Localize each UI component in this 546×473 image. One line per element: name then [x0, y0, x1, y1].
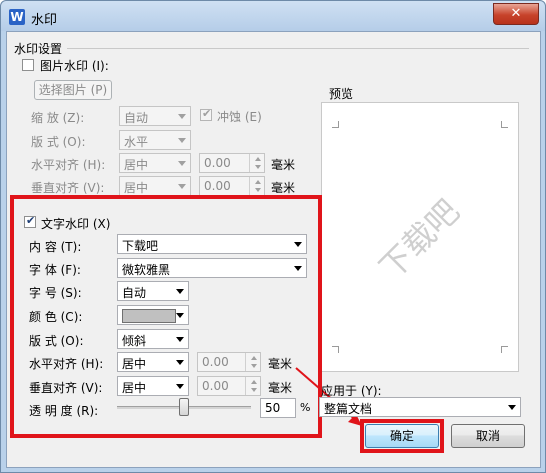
window-title: 水印 — [31, 13, 58, 28]
picture-v-offset-value: 0.00 — [204, 179, 231, 193]
group-label: 水印设置 — [14, 42, 63, 56]
picture-watermark-checkbox[interactable] — [22, 59, 34, 71]
picture-layout-value: 水平 — [124, 135, 149, 149]
title-bar: W 水印 ✕ — [1, 1, 545, 31]
margin-mark — [501, 346, 508, 353]
close-icon: ✕ — [510, 6, 522, 21]
picture-watermark-label: 图片水印 (I): — [40, 59, 109, 73]
checkmark-icon: ✔ — [202, 107, 212, 120]
picture-v-unit: 毫米 — [271, 181, 296, 195]
margin-mark — [332, 121, 339, 128]
spin-down-icon[interactable] — [255, 188, 261, 192]
close-button[interactable]: ✕ — [493, 3, 539, 25]
spin-down-icon[interactable] — [255, 165, 261, 169]
picture-h-unit: 毫米 — [271, 158, 296, 172]
apply-to-select[interactable]: 整篇文档 — [319, 397, 521, 417]
picture-v-align-select[interactable]: 居中 — [119, 176, 191, 196]
dropdown-arrow-icon — [178, 184, 186, 189]
app-icon: W — [9, 9, 25, 25]
select-picture-button[interactable]: 选择图片 (P) — [34, 80, 112, 100]
preview-watermark-text: 下载吧 — [372, 192, 467, 287]
ok-highlight-box — [360, 419, 444, 453]
spin-up-icon[interactable] — [255, 180, 261, 184]
picture-h-align-label: 水平对齐 (H): — [31, 158, 106, 172]
dropdown-arrow-icon — [508, 405, 516, 410]
spin-up-icon[interactable] — [255, 157, 261, 161]
picture-h-align-value: 居中 — [124, 158, 149, 172]
picture-scale-value: 自动 — [124, 111, 149, 125]
apply-to-value: 整篇文档 — [324, 402, 373, 416]
picture-h-offset-spinner[interactable]: 0.00 — [199, 153, 265, 173]
washout-label: 冲蚀 (E) — [217, 110, 262, 124]
margin-mark — [332, 346, 339, 353]
picture-v-align-value: 居中 — [124, 181, 149, 195]
margin-mark — [501, 121, 508, 128]
cancel-button[interactable]: 取消 — [451, 424, 525, 448]
picture-v-align-label: 垂直对齐 (V): — [31, 181, 105, 195]
preview-label: 预览 — [329, 87, 354, 101]
group-divider — [67, 48, 529, 49]
text-watermark-highlight-box — [10, 195, 322, 438]
dialog-window: W 水印 ✕ 水印设置 图片水印 (I): 选择图片 (P) 缩 放 (Z): … — [0, 0, 546, 473]
picture-v-offset-spinner[interactable]: 0.00 — [199, 176, 265, 196]
dialog-client: 水印设置 图片水印 (I): 选择图片 (P) 缩 放 (Z): 自动 ✔ 冲蚀… — [6, 31, 541, 468]
picture-h-offset-value: 0.00 — [204, 156, 231, 170]
picture-layout-label: 版 式 (O): — [31, 135, 86, 149]
dropdown-arrow-icon — [178, 161, 186, 166]
dropdown-arrow-icon — [178, 138, 186, 143]
dropdown-arrow-icon — [178, 114, 186, 119]
picture-h-align-select[interactable]: 居中 — [119, 153, 191, 173]
picture-scale-select[interactable]: 自动 — [119, 106, 191, 126]
picture-scale-label: 缩 放 (Z): — [31, 111, 85, 125]
washout-checkbox[interactable]: ✔ — [200, 107, 212, 121]
preview-panel: 下载吧 — [321, 102, 519, 372]
picture-layout-select[interactable]: 水平 — [119, 130, 191, 150]
